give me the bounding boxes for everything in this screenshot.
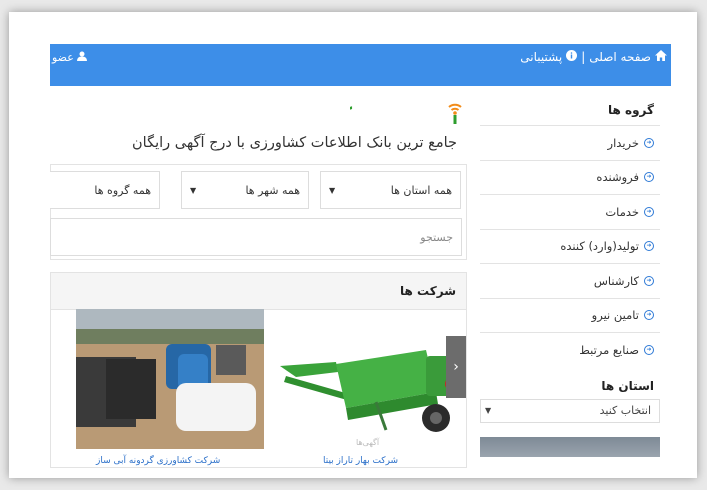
top-nav-links: صفحه اصلی | پشتیبانی: [520, 44, 667, 70]
page-viewport: صفحه اصلی | پشتیبانی عضو کشاورزی: [50, 44, 671, 468]
sidebar-item-buyer[interactable]: ➜ خریدار: [480, 125, 660, 160]
companies-heading: شرکت ها: [51, 273, 466, 310]
sidebar-item-workforce[interactable]: ➜ تامین نیرو: [480, 297, 660, 333]
company-link-1[interactable]: شرکت بهار تاراز بیتا: [323, 456, 398, 466]
city-filter-select[interactable]: همه شهر ها ▼: [181, 171, 309, 209]
group-filter-select[interactable]: همه گروه ها: [50, 171, 160, 209]
member-link[interactable]: عضو: [52, 44, 87, 70]
sidebar-banner-image[interactable]: [480, 436, 660, 457]
site-logo[interactable]: کشاورزی: [249, 99, 465, 129]
screenshot-frame: صفحه اصلی | پشتیبانی عضو کشاورزی: [9, 12, 697, 478]
city-filter-value: همه شهر ها: [245, 183, 300, 197]
member-label: عضو: [52, 50, 74, 64]
sidebar-item-services[interactable]: ➜ خدمات: [480, 194, 660, 229]
sidebar-item-expert[interactable]: ➜ کارشناس: [480, 263, 660, 298]
caret-down-icon: ▼: [190, 185, 197, 195]
province-select-value: انتخاب کنید: [599, 404, 651, 417]
sidebar-item-label: خدمات: [605, 204, 639, 219]
home-icon[interactable]: [655, 50, 667, 64]
groups-heading: گروه ها: [608, 103, 654, 117]
search-input[interactable]: جستجو: [50, 218, 462, 256]
search-placeholder: جستجو: [420, 230, 453, 244]
province-filter-select[interactable]: همه استان ها ▼: [320, 171, 461, 209]
sidebar: گروه ها ➜ خریدار ➜ فروشنده ➜ خدمات ➜ تولید(و…: [480, 96, 660, 457]
group-filter-value: همه گروه ها: [94, 183, 151, 197]
sidebar-item-related-industries[interactable]: ➜ صنایع مرتبط: [480, 332, 660, 367]
watermark-text: آگهی‌ها: [356, 437, 380, 447]
province-select[interactable]: ▼ انتخاب کنید: [480, 398, 660, 423]
caret-down-icon: ▼: [329, 185, 336, 195]
sidebar-item-label: فروشنده: [596, 170, 639, 185]
sidebar-item-producer[interactable]: ➜ تولید(وارد) کننده: [480, 228, 660, 264]
carousel-next-button[interactable]: ›: [446, 336, 466, 398]
info-icon: [566, 50, 578, 64]
company-card-image-1[interactable]: آگهی‌ها: [276, 332, 466, 452]
caret-down-icon: ▼: [485, 406, 492, 415]
wifi-signal-icon: [447, 99, 463, 129]
company-card-image-2[interactable]: [76, 309, 264, 449]
chevron-right-icon: ›: [453, 359, 459, 375]
provinces-heading: استان ها: [601, 378, 654, 393]
user-icon: [76, 51, 87, 64]
nav-separator: |: [581, 50, 586, 64]
circle-arrow-icon: ➜: [644, 310, 654, 321]
sidebar-item-label: تامین نیرو: [591, 308, 639, 323]
site-tagline: جامع ترین بانک اطلاعات کشاورزی با درج آگ…: [132, 135, 457, 151]
province-filter-value: همه استان ها: [390, 183, 452, 197]
sidebar-item-label: تولید(وارد) کننده: [560, 239, 639, 254]
sidebar-item-label: خریدار: [607, 135, 639, 150]
sidebar-item-label: کارشناس: [593, 273, 639, 288]
circle-arrow-icon: ➜: [644, 206, 654, 217]
circle-arrow-icon: ➜: [644, 172, 654, 183]
company-link-2[interactable]: شرکت کشاورزی گردونه آبی ساز: [96, 456, 220, 466]
circle-arrow-icon: ➜: [644, 344, 654, 355]
circle-arrow-icon: ➜: [644, 241, 654, 252]
support-link[interactable]: پشتیبانی: [520, 50, 562, 64]
svg-text:کشاورزی: کشاورزی: [350, 104, 352, 129]
sidebar-item-label: صنایع مرتبط: [579, 342, 639, 357]
home-link[interactable]: صفحه اصلی: [589, 50, 651, 64]
circle-arrow-icon: ➜: [644, 137, 654, 148]
circle-arrow-icon: ➜: [644, 275, 654, 286]
top-navbar: صفحه اصلی | پشتیبانی عضو: [50, 44, 671, 86]
sidebar-item-seller[interactable]: ➜ فروشنده: [480, 159, 660, 195]
